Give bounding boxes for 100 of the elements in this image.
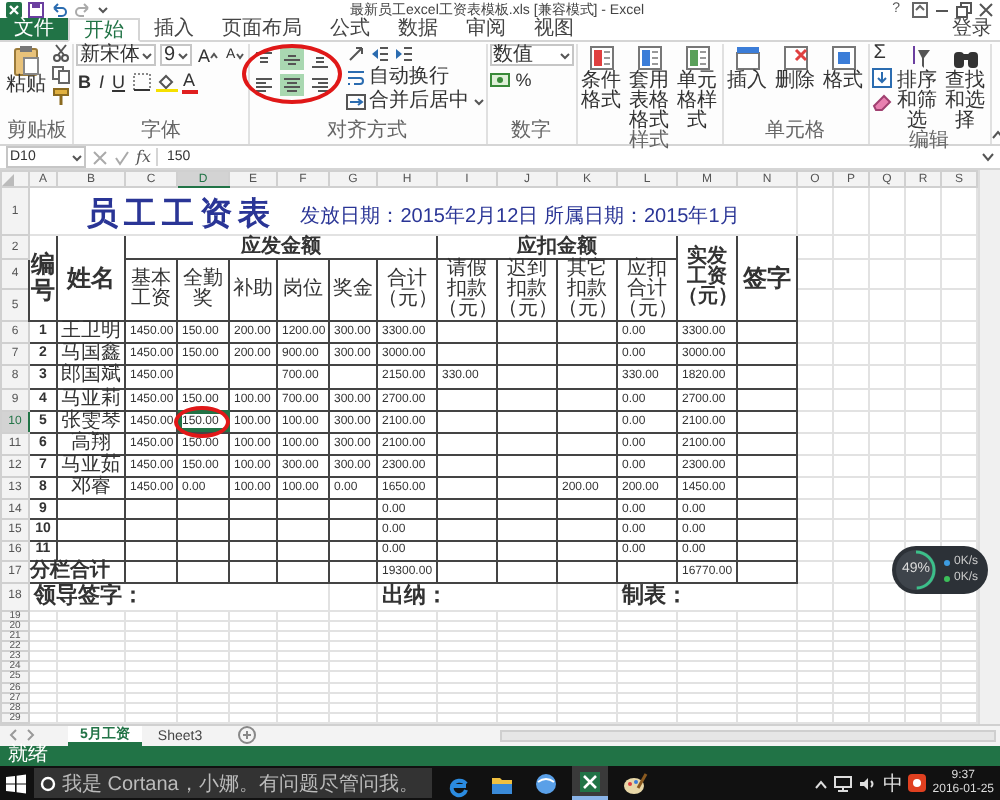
align-left-icon: [253, 75, 274, 95]
group-label: 剪贴板: [5, 122, 69, 144]
autosum-button[interactable]: Σ: [871, 44, 892, 64]
ribbon-tab[interactable]: 审阅: [452, 18, 520, 40]
currency-icon[interactable]: [489, 70, 510, 90]
font-family-field[interactable]: 新宋体: [76, 44, 156, 66]
ribbon-tab[interactable]: 页面布局: [208, 18, 316, 40]
column-heading: 补助: [229, 258, 277, 322]
table-cell: 郎国斌: [57, 365, 125, 389]
column-heading: 请假扣款（元）: [437, 258, 497, 322]
cortana-circle-icon: [40, 775, 56, 791]
ribbon-tab[interactable]: 文件: [0, 18, 68, 40]
format-painter-icon[interactable]: [52, 88, 70, 106]
column-heading: 迟到扣款（元）: [497, 258, 557, 322]
find-select-button[interactable]: 查找和选择: [943, 44, 988, 132]
paint-palette-icon: [620, 769, 648, 797]
add-sheet-icon[interactable]: [238, 726, 257, 744]
column-heading: 其它扣款（元）: [557, 258, 617, 322]
caret-down-icon: [235, 51, 244, 59]
align-button[interactable]: [279, 74, 304, 96]
column-heading: 应发金额: [125, 235, 437, 259]
increase-indent-icon[interactable]: [393, 44, 414, 64]
start-icon[interactable]: [6, 773, 26, 793]
input-language[interactable]: 中: [882, 769, 903, 797]
table-cell: 高翔: [57, 432, 125, 455]
percent-button[interactable]: %: [513, 70, 534, 90]
column-heading: 姓名: [57, 235, 125, 322]
previous-sheet-icon[interactable]: [8, 726, 20, 744]
column-heading: 签字: [737, 235, 797, 322]
conditional-format-button[interactable]: 条件格式: [579, 44, 624, 112]
ribbon-tab[interactable]: 公式: [316, 18, 384, 40]
signature-label: 制表：: [619, 583, 688, 608]
undo-icon[interactable]: [50, 1, 68, 17]
column-heading: 应扣合计（元）: [617, 258, 677, 322]
ribbon-tab[interactable]: 数据: [384, 18, 452, 40]
ribbon-tab[interactable]: 视图: [520, 18, 588, 40]
insert-cells-button[interactable]: 插入: [725, 44, 770, 92]
fill-down-icon[interactable]: [871, 68, 892, 88]
font-color-button[interactable]: A: [181, 70, 198, 94]
underline-button[interactable]: U: [110, 72, 128, 92]
cell-styles-button[interactable]: 单元格样式: [675, 44, 720, 132]
merge-center-button[interactable]: 合并后居中: [345, 90, 484, 112]
signature-label: 出纳：: [380, 583, 448, 608]
table-cell: 邓睿: [57, 477, 125, 500]
insert-function-button[interactable]: fx: [136, 148, 151, 166]
close-icon[interactable]: [978, 1, 994, 17]
grow-font-button[interactable]: A: [196, 45, 221, 65]
group-label: 单元格: [763, 122, 828, 144]
sort-filter-button[interactable]: 排序和筛选: [895, 44, 940, 132]
table-cell: 张雯琴: [57, 410, 125, 433]
group-label: 对齐方式: [325, 122, 410, 144]
border-icon[interactable]: [131, 72, 152, 92]
column-heading: 奖金: [329, 258, 377, 322]
caret-icon: [473, 97, 484, 105]
table-cell: 马亚茹: [57, 454, 125, 478]
ribbon-tab[interactable]: 开始: [68, 18, 140, 42]
fill-color-icon[interactable]: [155, 72, 178, 92]
horizontal-scrollbar[interactable]: [500, 730, 996, 742]
paste-button[interactable]: 粘贴: [4, 44, 48, 96]
cut-icon[interactable]: [52, 44, 70, 62]
volume-icon[interactable]: [858, 775, 877, 791]
vertical-scrollbar[interactable]: [978, 170, 1000, 724]
decrease-indent-icon[interactable]: [369, 44, 390, 64]
format-as-table-button[interactable]: 套用表格格式: [627, 44, 672, 132]
eraser-icon[interactable]: [871, 92, 892, 112]
align-right-icon: [309, 75, 330, 95]
caret-icon: [178, 51, 188, 59]
globe-icon: [532, 769, 560, 797]
align-center-icon: [281, 75, 302, 95]
wrap-text-button[interactable]: 自动换行: [345, 66, 484, 88]
orientation-icon[interactable]: [345, 44, 366, 64]
network-icon[interactable]: [834, 775, 853, 791]
expand-icon[interactable]: [982, 152, 994, 162]
collapse-ribbon-icon[interactable]: [991, 130, 1000, 140]
restore-icon[interactable]: [956, 1, 972, 17]
italic-button[interactable]: I: [97, 72, 107, 92]
copy-icon[interactable]: [52, 66, 70, 84]
search-box[interactable]: 我是 Cortana，小娜。有问题尽管问我。: [34, 768, 432, 798]
input-method-icon[interactable]: [908, 774, 927, 792]
align-button[interactable]: [251, 74, 276, 96]
table-cell: 马亚莉: [57, 388, 125, 411]
column-heading: 合计（元）: [377, 258, 437, 322]
bold-button[interactable]: B: [76, 72, 93, 92]
ribbon-options-icon[interactable]: [912, 1, 928, 17]
save-icon[interactable]: [28, 1, 44, 17]
next-sheet-icon[interactable]: [24, 726, 36, 744]
group-label: 字体: [138, 122, 183, 144]
spreadsheet-app-icon: [576, 767, 604, 795]
table-cell: 分栏合计: [29, 560, 125, 583]
ribbon-tab[interactable]: 插入: [140, 18, 208, 40]
delete-cells-button[interactable]: 删除: [773, 44, 818, 92]
merge-icon: [345, 91, 366, 111]
number-format-field[interactable]: 数值: [489, 44, 574, 66]
show-hidden-icon[interactable]: [814, 777, 829, 789]
taskbar-app[interactable]: [572, 766, 608, 800]
sign-in-link[interactable]: 登录: [952, 18, 1000, 40]
font-size-field[interactable]: 9: [160, 44, 192, 66]
format-cells-button[interactable]: 格式: [821, 44, 866, 92]
align-button[interactable]: [279, 48, 304, 70]
align-button[interactable]: [307, 74, 332, 96]
